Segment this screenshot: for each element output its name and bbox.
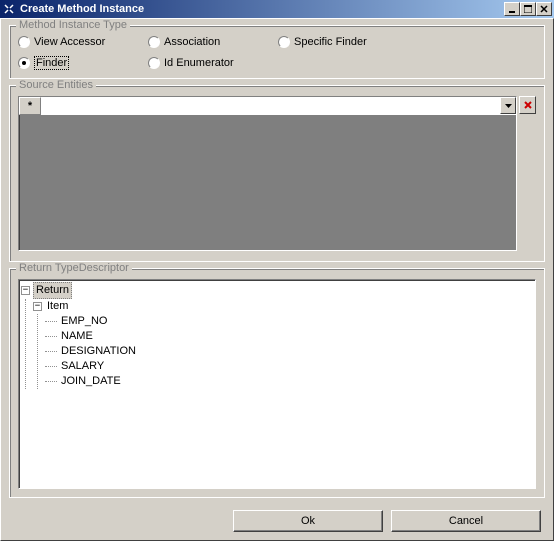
minimize-button[interactable] [504,2,520,16]
tree-connector-icon [45,321,57,322]
window-title: Create Method Instance [20,3,504,15]
ok-button[interactable]: Ok [233,510,383,532]
radio-icon [18,57,30,69]
tree-root[interactable]: Return [33,282,72,299]
radio-view-accessor[interactable]: View Accessor [18,36,148,48]
tree-field[interactable]: SALARY [59,359,106,374]
return-type-descriptor-group: Return TypeDescriptor − Return − Item EM… [9,268,545,498]
radio-icon [278,36,290,48]
dropdown-button[interactable] [500,97,516,114]
radio-label: Finder [34,56,69,70]
radio-icon [148,36,160,48]
radio-association[interactable]: Association [148,36,278,48]
close-button[interactable] [536,2,552,16]
method-instance-type-legend: Method Instance Type [16,19,130,31]
tree-field[interactable]: EMP_NO [59,314,109,329]
chevron-down-icon [505,104,512,108]
tree-connector-icon [45,366,57,367]
titlebar: Create Method Instance [0,0,554,18]
radio-icon [148,57,160,69]
tree-field[interactable]: JOIN_DATE [59,374,123,389]
source-entity-cell[interactable] [41,97,500,115]
cancel-button[interactable]: Cancel [391,510,541,532]
radio-id-enumerator[interactable]: Id Enumerator [148,56,278,70]
tree-field[interactable]: DESIGNATION [59,344,138,359]
radio-finder[interactable]: Finder [18,56,148,70]
tree-connector-icon [45,381,57,382]
collapse-icon[interactable]: − [21,286,30,295]
x-icon [524,101,532,109]
radio-label: Association [164,36,220,48]
source-entities-legend: Source Entities [16,79,96,91]
radio-icon [18,36,30,48]
collapse-icon[interactable]: − [33,302,42,311]
app-icon [2,2,16,16]
tree-connector-icon [45,336,57,337]
method-instance-type-group: Method Instance Type View Accessor Assoc… [9,25,545,79]
maximize-button[interactable] [520,2,536,16]
new-row-header[interactable]: * [19,97,41,115]
radio-label: Specific Finder [294,36,367,48]
source-entities-group: Source Entities * [9,85,545,262]
return-type-descriptor-legend: Return TypeDescriptor [16,262,132,274]
source-entities-grid[interactable]: * [18,96,517,251]
radio-specific-finder[interactable]: Specific Finder [278,36,408,48]
tree-connector-icon [45,351,57,352]
return-tree[interactable]: − Return − Item EMP_NO NAME DESIGNATION … [18,279,536,489]
radio-label: Id Enumerator [164,57,234,69]
delete-source-button[interactable] [519,96,536,114]
tree-field[interactable]: NAME [59,329,95,344]
tree-item[interactable]: Item [45,299,70,314]
radio-label: View Accessor [34,36,105,48]
asterisk-icon: * [28,100,32,112]
dialog-buttons: Ok Cancel [9,504,545,534]
